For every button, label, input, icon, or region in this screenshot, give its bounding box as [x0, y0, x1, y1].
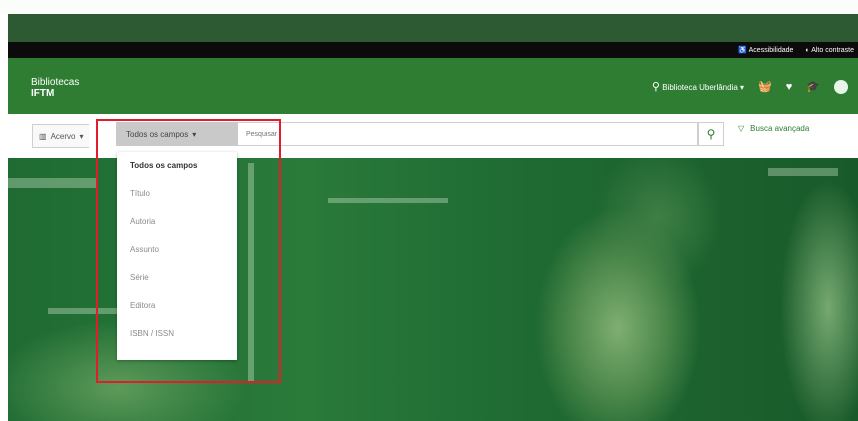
advanced-search-label: Busca avançada — [750, 124, 810, 133]
site-header: Bibliotecas IFTM ⚲ Biblioteca Uberlândia… — [8, 58, 858, 114]
dropdown-item-subject[interactable]: Assunto — [117, 236, 237, 264]
search-icon: ⚲ — [706, 127, 716, 141]
chevron-down-icon: ▾ — [192, 129, 197, 139]
chevron-down-icon: ▾ — [740, 82, 745, 92]
heart-icon[interactable]: ♥ — [786, 81, 793, 93]
dropdown-item-publisher[interactable]: Editora — [117, 292, 237, 320]
field-select[interactable]: Todos os campos ▾ — [116, 122, 238, 146]
shelf-decoration — [328, 198, 448, 203]
accessibility-bar: ♿ Acessibilidade ◐ Alto contraste — [8, 42, 858, 58]
field-select-label: Todos os campos — [126, 129, 189, 139]
header-actions: ⚲ Biblioteca Uberlândia ▾ 🧺 ♥ 🎓 — [652, 80, 848, 94]
brand-logo[interactable]: Bibliotecas IFTM — [31, 77, 79, 99]
dropdown-item-title[interactable]: Título — [117, 180, 237, 208]
collection-select[interactable]: ▥ Acervo ▾ — [32, 124, 90, 148]
graduation-cap-icon[interactable]: 🎓 — [806, 81, 820, 93]
collection-label: Acervo — [50, 131, 76, 141]
contrast-label: Alto contraste — [811, 46, 854, 54]
top-green-banner — [8, 14, 858, 42]
library-select[interactable]: ⚲ Biblioteca Uberlândia ▾ — [651, 80, 745, 93]
filter-icon: ▽ — [738, 124, 745, 133]
shelf-decoration — [8, 178, 98, 188]
shelf-decoration — [768, 168, 838, 176]
user-avatar[interactable] — [834, 80, 848, 94]
advanced-search-link[interactable]: ▽ Busca avançada — [738, 124, 809, 133]
accessibility-label: Acessibilidade — [748, 47, 794, 54]
chevron-down-icon: ▾ — [79, 131, 84, 141]
library-select-label: Biblioteca Uberlândia — [662, 82, 738, 92]
books-icon: ▥ — [39, 131, 47, 141]
shelf-decoration — [248, 163, 254, 383]
contrast-link[interactable]: ◐ Alto contraste — [805, 47, 854, 54]
search-input[interactable] — [238, 122, 698, 146]
dropdown-item-series[interactable]: Série — [117, 264, 237, 292]
search-button[interactable]: ⚲ — [698, 122, 724, 146]
top-strip — [0, 0, 858, 14]
map-pin-icon: ⚲ — [651, 80, 660, 93]
brand-line1: Bibliotecas — [31, 77, 80, 88]
dropdown-item-all-fields[interactable]: Todos os campos — [117, 152, 237, 180]
accessibility-link[interactable]: ♿ Acessibilidade — [738, 46, 793, 54]
dropdown-item-isbn[interactable]: ISBN / ISSN — [117, 320, 237, 348]
dropdown-item-author[interactable]: Autoria — [117, 208, 237, 236]
brand-line2: IFTM — [31, 88, 55, 99]
field-dropdown-menu: Todos os campos Título Autoria Assunto S… — [117, 152, 237, 360]
basket-icon[interactable]: 🧺 — [758, 81, 772, 93]
